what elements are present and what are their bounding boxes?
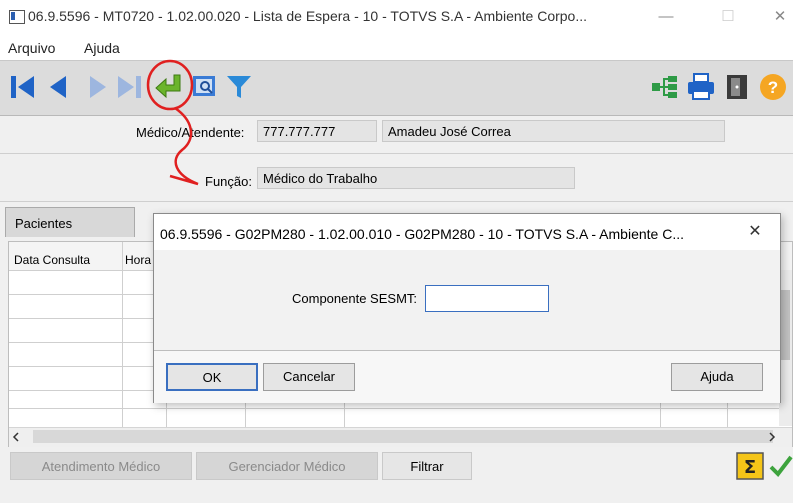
last-record-icon[interactable]	[114, 72, 144, 102]
atendimento-medico-button[interactable]: Atendimento Médico	[10, 452, 192, 480]
next-record-icon[interactable]	[82, 72, 112, 102]
funcao-label: Função:	[205, 174, 252, 189]
filtrar-button[interactable]: Filtrar	[382, 452, 472, 480]
previous-record-icon[interactable]	[44, 72, 74, 102]
componente-sesmt-label: Componente SESMT:	[292, 291, 418, 306]
divider	[0, 201, 793, 202]
app-icon	[9, 10, 25, 24]
funcao-field[interactable]: Médico do Trabalho	[257, 167, 575, 189]
help-icon[interactable]: ?	[758, 72, 788, 102]
window-title: 06.9.5596 - MT0720 - 1.02.00.020 - Lista…	[28, 8, 588, 24]
tab-pacientes-label: Pacientes	[15, 216, 73, 231]
svg-text:Σ: Σ	[744, 457, 756, 478]
dialog-close-button[interactable]: ✕	[740, 220, 770, 244]
scroll-right-icon[interactable]	[766, 431, 778, 443]
grid-column-line	[122, 242, 123, 427]
medico-label: Médico/Atendente:	[136, 125, 245, 140]
minimize-button[interactable]: —	[646, 4, 686, 30]
componente-sesmt-input[interactable]	[425, 285, 549, 312]
exit-icon[interactable]	[722, 72, 752, 102]
menu-arquivo[interactable]: Arquivo	[8, 40, 55, 56]
horizontal-scroll-thumb[interactable]	[33, 430, 773, 443]
column-header-hora[interactable]: Hora	[125, 253, 151, 267]
dialog-title: 06.9.5596 - G02PM280 - 1.02.00.010 - G02…	[160, 226, 684, 242]
svg-text:?: ?	[768, 78, 778, 97]
divider	[0, 153, 793, 154]
search-icon[interactable]	[190, 72, 220, 102]
check-icon[interactable]	[768, 452, 793, 480]
medico-name-field[interactable]: Amadeu José Correa	[382, 120, 725, 142]
scroll-left-icon[interactable]	[10, 431, 22, 443]
column-header-data-consulta[interactable]: Data Consulta	[14, 253, 90, 267]
filter-icon[interactable]	[224, 72, 254, 102]
grid-row-line	[9, 408, 779, 409]
horizontal-scrollbar[interactable]	[9, 427, 792, 447]
tree-icon[interactable]	[650, 72, 680, 102]
print-icon[interactable]	[686, 72, 716, 102]
ok-button[interactable]: OK	[166, 363, 258, 391]
vertical-scroll-thumb[interactable]	[781, 290, 790, 360]
help-button[interactable]: Ajuda	[671, 363, 763, 391]
sum-icon[interactable]: Σ	[736, 452, 764, 480]
close-button[interactable]: ✕	[760, 4, 793, 30]
tab-pacientes[interactable]: Pacientes	[5, 207, 135, 237]
gerenciador-medico-button[interactable]: Gerenciador Médico	[196, 452, 378, 480]
medico-code-field[interactable]: 777.777.777	[257, 120, 377, 142]
maximize-button[interactable]: ☐	[708, 4, 748, 30]
confirm-enter-icon[interactable]	[154, 72, 184, 102]
cancel-button[interactable]: Cancelar	[263, 363, 355, 391]
menu-ajuda[interactable]: Ajuda	[84, 40, 120, 56]
first-record-icon[interactable]	[8, 72, 38, 102]
